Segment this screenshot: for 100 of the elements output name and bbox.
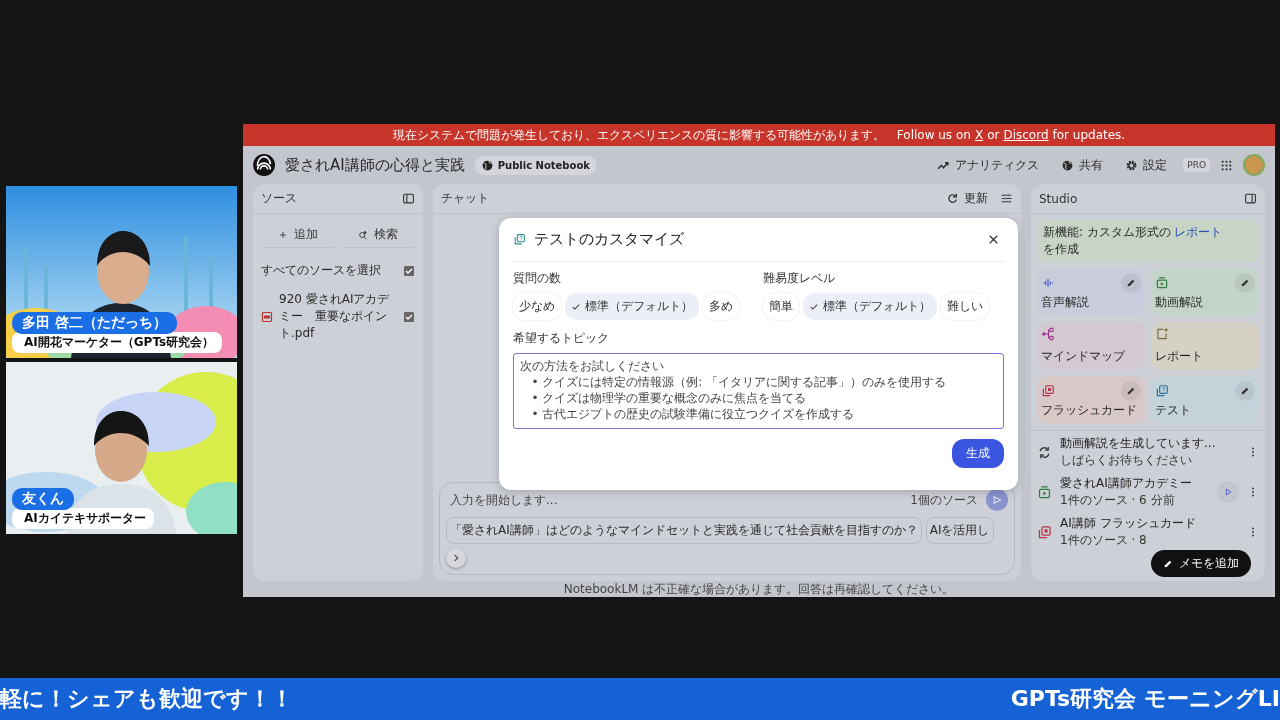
link[interactable]: Discord <box>1003 128 1049 142</box>
topic-field[interactable]: 次の方法をお試しください • クイズには特定の情報源（例: 「イタリアに関する記事」）のみを使用する • クイズは物理学の重要な概念のみに焦点を当てる • 古代エジプトの歴史の試験準備に役立つクイズを作成する <box>513 353 1004 429</box>
alert-message: 現在システムで問題が発生しており、エクスペリエンスの質に影響する可能性があります。 <box>392 126 885 144</box>
link[interactable]: X <box>974 128 984 142</box>
public-badge: Public Notebook <box>474 155 596 175</box>
studio-tile[interactable]: 動画解説 <box>1151 268 1259 316</box>
close-icon <box>987 233 1000 246</box>
globe-icon <box>480 158 494 172</box>
ticker-text: GPTs研究会 モーニングLI <box>1010 685 1280 713</box>
option-chip[interactable]: 簡単 <box>763 293 799 320</box>
pencil-icon <box>1240 278 1250 288</box>
note-subtitle: 1件のソース · 6 分前 <box>1060 492 1176 509</box>
source-name: 920 愛されAIアカデミー 重要なポイント.pdf <box>279 291 391 342</box>
sidebar-icon[interactable] <box>1244 192 1257 205</box>
add-note-button[interactable]: メモを追加 <box>1151 550 1251 577</box>
section-label: 難易度レベル <box>763 270 836 287</box>
send-button[interactable] <box>986 489 1008 511</box>
option-chip[interactable]: 標準（デフォルト） <box>565 293 699 320</box>
section-label: 質問の数 <box>513 270 562 287</box>
pencil-icon <box>1240 386 1250 396</box>
waveform-icon <box>1041 276 1055 290</box>
section-label: 希望するトピック <box>513 330 610 347</box>
apps-icon[interactable] <box>1220 158 1233 172</box>
note-subtitle: 1件のソース · 8 <box>1060 532 1148 549</box>
pencil-icon <box>1163 558 1173 569</box>
option-chip[interactable]: 少なめ <box>513 293 561 320</box>
speaker-role: AIカイテキサポーター <box>12 508 154 529</box>
notice-text: を作成 <box>1043 241 1079 258</box>
pdf-icon <box>261 310 273 323</box>
checkbox[interactable] <box>403 264 415 277</box>
globe-icon <box>1061 158 1075 172</box>
refresh-button[interactable]: 更新 <box>940 190 994 207</box>
speaker-role: AI開花マーケター（GPTs研究会） <box>12 332 223 353</box>
generate-button[interactable]: 生成 <box>952 439 1004 468</box>
source-button[interactable]: 追加 <box>261 222 335 248</box>
chevron-icon <box>451 553 461 563</box>
source-button[interactable]: 検索 <box>341 222 415 248</box>
header-button[interactable]: 設定 <box>1119 156 1174 174</box>
pencil-icon <box>1126 386 1136 396</box>
send-icon <box>992 495 1002 505</box>
notice-text: 新機能: カスタム形式の <box>1043 224 1171 241</box>
edit-button[interactable] <box>1121 381 1141 401</box>
option-chip[interactable]: 難しい <box>941 293 989 320</box>
studio-tile[interactable]: テスト <box>1151 376 1259 424</box>
refresh-icon <box>946 192 959 205</box>
checkbox[interactable] <box>403 310 415 323</box>
play-icon <box>1223 487 1233 497</box>
studio-tile[interactable]: マインドマップ <box>1037 322 1145 370</box>
cards-icon <box>1037 524 1052 540</box>
alert-text: for updates. <box>1052 128 1126 142</box>
studio-tile[interactable]: レポート <box>1151 322 1259 370</box>
document-plus-icon <box>1155 327 1169 341</box>
note-title: 動画解説を生成しています... <box>1060 435 1217 452</box>
header-button[interactable]: 共有 <box>1055 156 1110 174</box>
note-title: 愛されAI講師アカデミー <box>1060 475 1193 492</box>
option-chip[interactable]: 標準（デフォルト） <box>803 293 937 320</box>
pencil-icon <box>1126 278 1136 288</box>
panel-title: ソース <box>261 190 297 207</box>
sidebar-icon[interactable] <box>402 192 415 205</box>
speaker-name: 多田 啓二（ただっち） <box>12 312 177 334</box>
ticker-text: 軽に！シェアも歓迎です！！ <box>0 685 293 713</box>
note-title: AI講師 フラッシュカード <box>1060 515 1197 532</box>
note-subtitle: しばらくお待ちください <box>1060 452 1193 469</box>
speaker-name: 友くん <box>12 488 74 510</box>
disclaimer: NotebookLM は不正確な場合があります。回答は再確認してください。 <box>562 581 956 597</box>
notebook-title: 愛されAI講師の心得と実践 <box>285 155 465 175</box>
panel-title: チャット <box>441 190 489 207</box>
edit-button[interactable] <box>1121 273 1141 293</box>
check-icon <box>809 301 819 312</box>
panel-title: Studio <box>1039 191 1078 206</box>
alert-text: or <box>987 128 1000 142</box>
studio-tile[interactable]: フラッシュカード <box>1037 376 1145 424</box>
option-chip[interactable]: 多め <box>703 293 739 320</box>
dialog-title: テストのカスタマイズ <box>534 230 684 249</box>
settings-icon <box>1125 158 1139 172</box>
quiz-icon <box>1155 384 1169 398</box>
source-count: 1個のソース <box>910 491 978 509</box>
check-icon <box>571 301 581 312</box>
alert-text: Follow us on <box>896 128 971 142</box>
header-button[interactable]: アナリティクス <box>931 156 1046 174</box>
suggestion-chip[interactable]: AIを活用し <box>925 517 994 544</box>
video-icon <box>1037 484 1052 500</box>
chat-input[interactable]: 入力を開始します... 1個のソース 「愛されAI講師」はどのようなマインドセットと実践を通じて社会貢献を目指すのか？ AIを活用し <box>439 482 1015 575</box>
next-button[interactable] <box>446 548 466 568</box>
edit-button[interactable] <box>1235 381 1255 401</box>
suggestion-chip[interactable]: 「愛されAI講師」はどのようなマインドセットと実践を通じて社会貢献を目指すのか？ <box>446 517 922 544</box>
plan-label: PRO <box>1183 158 1210 172</box>
search-icon <box>358 229 368 240</box>
edit-button[interactable] <box>1235 273 1255 293</box>
cards-icon <box>1041 384 1055 398</box>
logo-icon <box>253 154 275 176</box>
mind-map-icon <box>1041 327 1055 341</box>
sync-icon <box>1037 444 1052 460</box>
select-all-label: すべてのソースを選択 <box>261 262 382 279</box>
quiz-icon <box>513 233 526 246</box>
plus-icon <box>278 229 288 240</box>
tune-icon[interactable] <box>1000 192 1013 205</box>
link[interactable]: レポート <box>1173 224 1222 241</box>
studio-tile[interactable]: 音声解説 <box>1037 268 1145 316</box>
video-icon <box>1155 276 1169 290</box>
